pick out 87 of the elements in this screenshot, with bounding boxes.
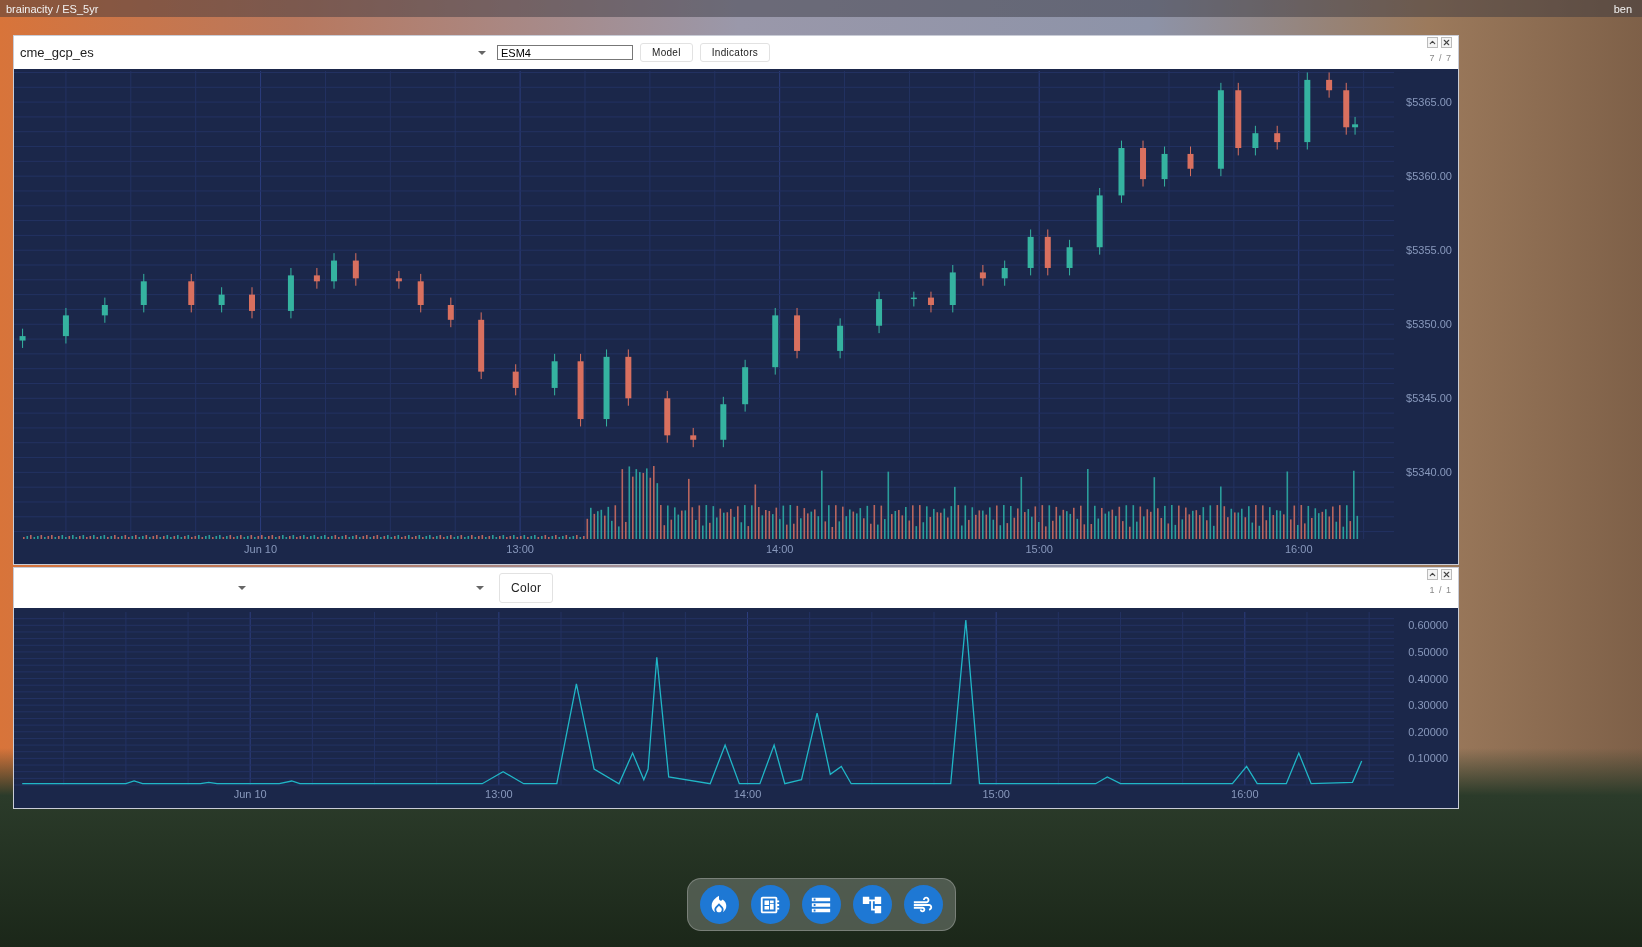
axis-label: Jun 10 xyxy=(244,543,278,555)
axis-label: $5340.00 xyxy=(1406,466,1452,479)
page-counter: 7 / 7 xyxy=(1429,53,1452,63)
candlestick xyxy=(287,267,294,319)
axis-label: 14:00 xyxy=(733,788,762,800)
candlestick xyxy=(188,273,195,313)
candlestick xyxy=(101,297,108,324)
candlestick xyxy=(19,328,26,349)
axis-label: $5360.00 xyxy=(1406,170,1452,183)
axis-label: 15:00 xyxy=(1025,543,1053,555)
candlestick xyxy=(512,363,519,396)
candlestick xyxy=(1352,116,1359,136)
candlestick xyxy=(742,359,749,413)
candlestick xyxy=(1066,239,1073,276)
candlestick xyxy=(772,307,779,376)
color-button[interactable]: Color xyxy=(499,573,554,603)
axis-label: 13:00 xyxy=(506,543,534,555)
dock-button[interactable] xyxy=(801,885,841,924)
axis-label: 13:00 xyxy=(485,788,513,800)
axis-label: $5355.00 xyxy=(1406,244,1452,257)
candlestick xyxy=(1118,140,1125,204)
axis-label: 0.20000 xyxy=(1408,725,1448,738)
caret-icon xyxy=(478,50,486,55)
candlestick xyxy=(218,286,225,313)
candlestick xyxy=(1326,72,1333,99)
close-button[interactable] xyxy=(1441,569,1452,580)
candlestick xyxy=(249,286,255,319)
candlestick xyxy=(876,291,883,334)
close-button[interactable] xyxy=(1441,37,1452,48)
axis-label: 0.10000 xyxy=(1408,752,1448,765)
candlestick xyxy=(927,291,934,313)
candlestick xyxy=(1027,228,1034,276)
axis-label: $5345.00 xyxy=(1406,392,1452,405)
dock-button[interactable] xyxy=(852,885,892,924)
dock-button[interactable] xyxy=(903,885,943,924)
dock-button[interactable] xyxy=(750,885,790,924)
candlestick xyxy=(313,267,320,290)
symbol-input[interactable]: ESM4 xyxy=(497,45,633,60)
toolbar-button[interactable]: Indicators xyxy=(699,43,771,62)
candlestick xyxy=(1161,146,1168,187)
axis-label: Jun 10 xyxy=(233,788,267,800)
candlestick xyxy=(447,297,454,328)
candlestick xyxy=(794,307,801,359)
axis-label: 16:00 xyxy=(1231,788,1259,800)
candlestick xyxy=(478,311,485,380)
breadcrumb: brainacity / ES_5yr xyxy=(6,2,99,15)
candlestick xyxy=(910,291,917,307)
candlestick xyxy=(331,252,337,290)
collapse-button[interactable] xyxy=(1427,569,1438,580)
candlestick xyxy=(551,353,558,396)
candlestick xyxy=(720,396,727,448)
axis-label: 15:00 xyxy=(982,788,1010,800)
candlestick xyxy=(1274,125,1281,150)
source-select[interactable]: cme_gcp_es xyxy=(14,36,494,69)
axis-label: 0.40000 xyxy=(1408,672,1448,685)
candlestick xyxy=(1252,125,1259,156)
candlestick xyxy=(417,273,424,313)
user-name: ben xyxy=(1613,2,1632,15)
candlestick xyxy=(1187,146,1194,177)
toolbar-button[interactable]: Model xyxy=(640,43,693,62)
candlestick xyxy=(140,273,147,313)
candlestick xyxy=(62,307,69,344)
axis-label: 0.50000 xyxy=(1408,645,1448,658)
axis-label: $5350.00 xyxy=(1406,318,1452,331)
candlestick xyxy=(664,390,671,444)
caret-icon xyxy=(476,586,484,590)
axis-label: $5365.00 xyxy=(1406,96,1452,109)
candlestick xyxy=(837,317,844,359)
axis-label: 0.60000 xyxy=(1408,619,1448,632)
axis-label: 16:00 xyxy=(1285,543,1313,555)
candlestick xyxy=(1096,187,1103,256)
candlestick xyxy=(1140,140,1146,187)
candlestick xyxy=(979,264,986,287)
candlestick xyxy=(1001,260,1008,287)
caret-icon xyxy=(238,586,246,590)
candlestick xyxy=(625,348,632,407)
collapse-button[interactable] xyxy=(1427,37,1438,48)
candlestick xyxy=(690,427,697,448)
candlestick xyxy=(395,270,402,290)
candlestick xyxy=(352,252,359,287)
axis-label: 14:00 xyxy=(765,543,794,555)
candlestick xyxy=(949,264,956,313)
candlestick xyxy=(1343,82,1350,136)
candlestick xyxy=(1044,228,1051,276)
page-counter: 1 / 1 xyxy=(1429,585,1452,595)
axis-label: 0.30000 xyxy=(1408,699,1448,712)
dock-button[interactable] xyxy=(699,885,739,924)
